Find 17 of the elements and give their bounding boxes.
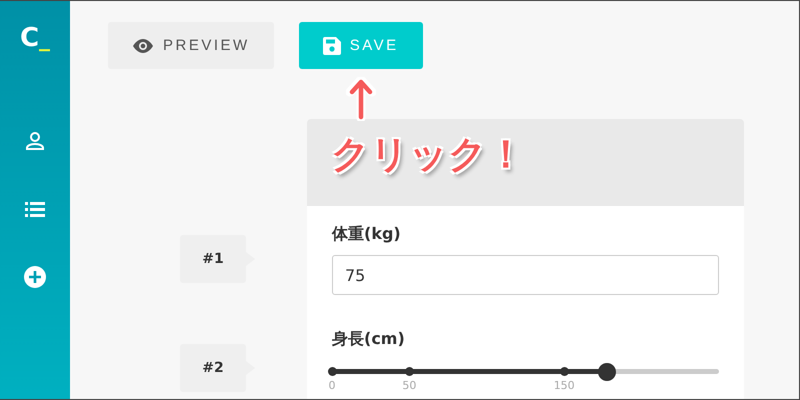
tick-label: 50: [402, 379, 416, 392]
logo: C_: [20, 23, 50, 51]
person-icon[interactable]: [23, 129, 47, 153]
tick-label: 0: [328, 379, 336, 392]
add-icon[interactable]: [23, 265, 47, 289]
callout-text: クリック！: [331, 131, 525, 178]
up-arrow-icon: [346, 77, 376, 121]
save-icon: [322, 36, 341, 54]
field-label: 体重(kg): [332, 224, 401, 245]
step-marker: #2: [180, 344, 255, 392]
field-label: 身長(cm): [332, 329, 405, 350]
step-marker: #1: [180, 235, 255, 283]
preview-button[interactable]: PREVIEW: [108, 22, 274, 69]
eye-icon: [132, 38, 154, 52]
weight-input[interactable]: 75: [332, 255, 719, 295]
tick-label: 150: [554, 379, 575, 392]
slider-thumb[interactable]: [598, 363, 616, 381]
